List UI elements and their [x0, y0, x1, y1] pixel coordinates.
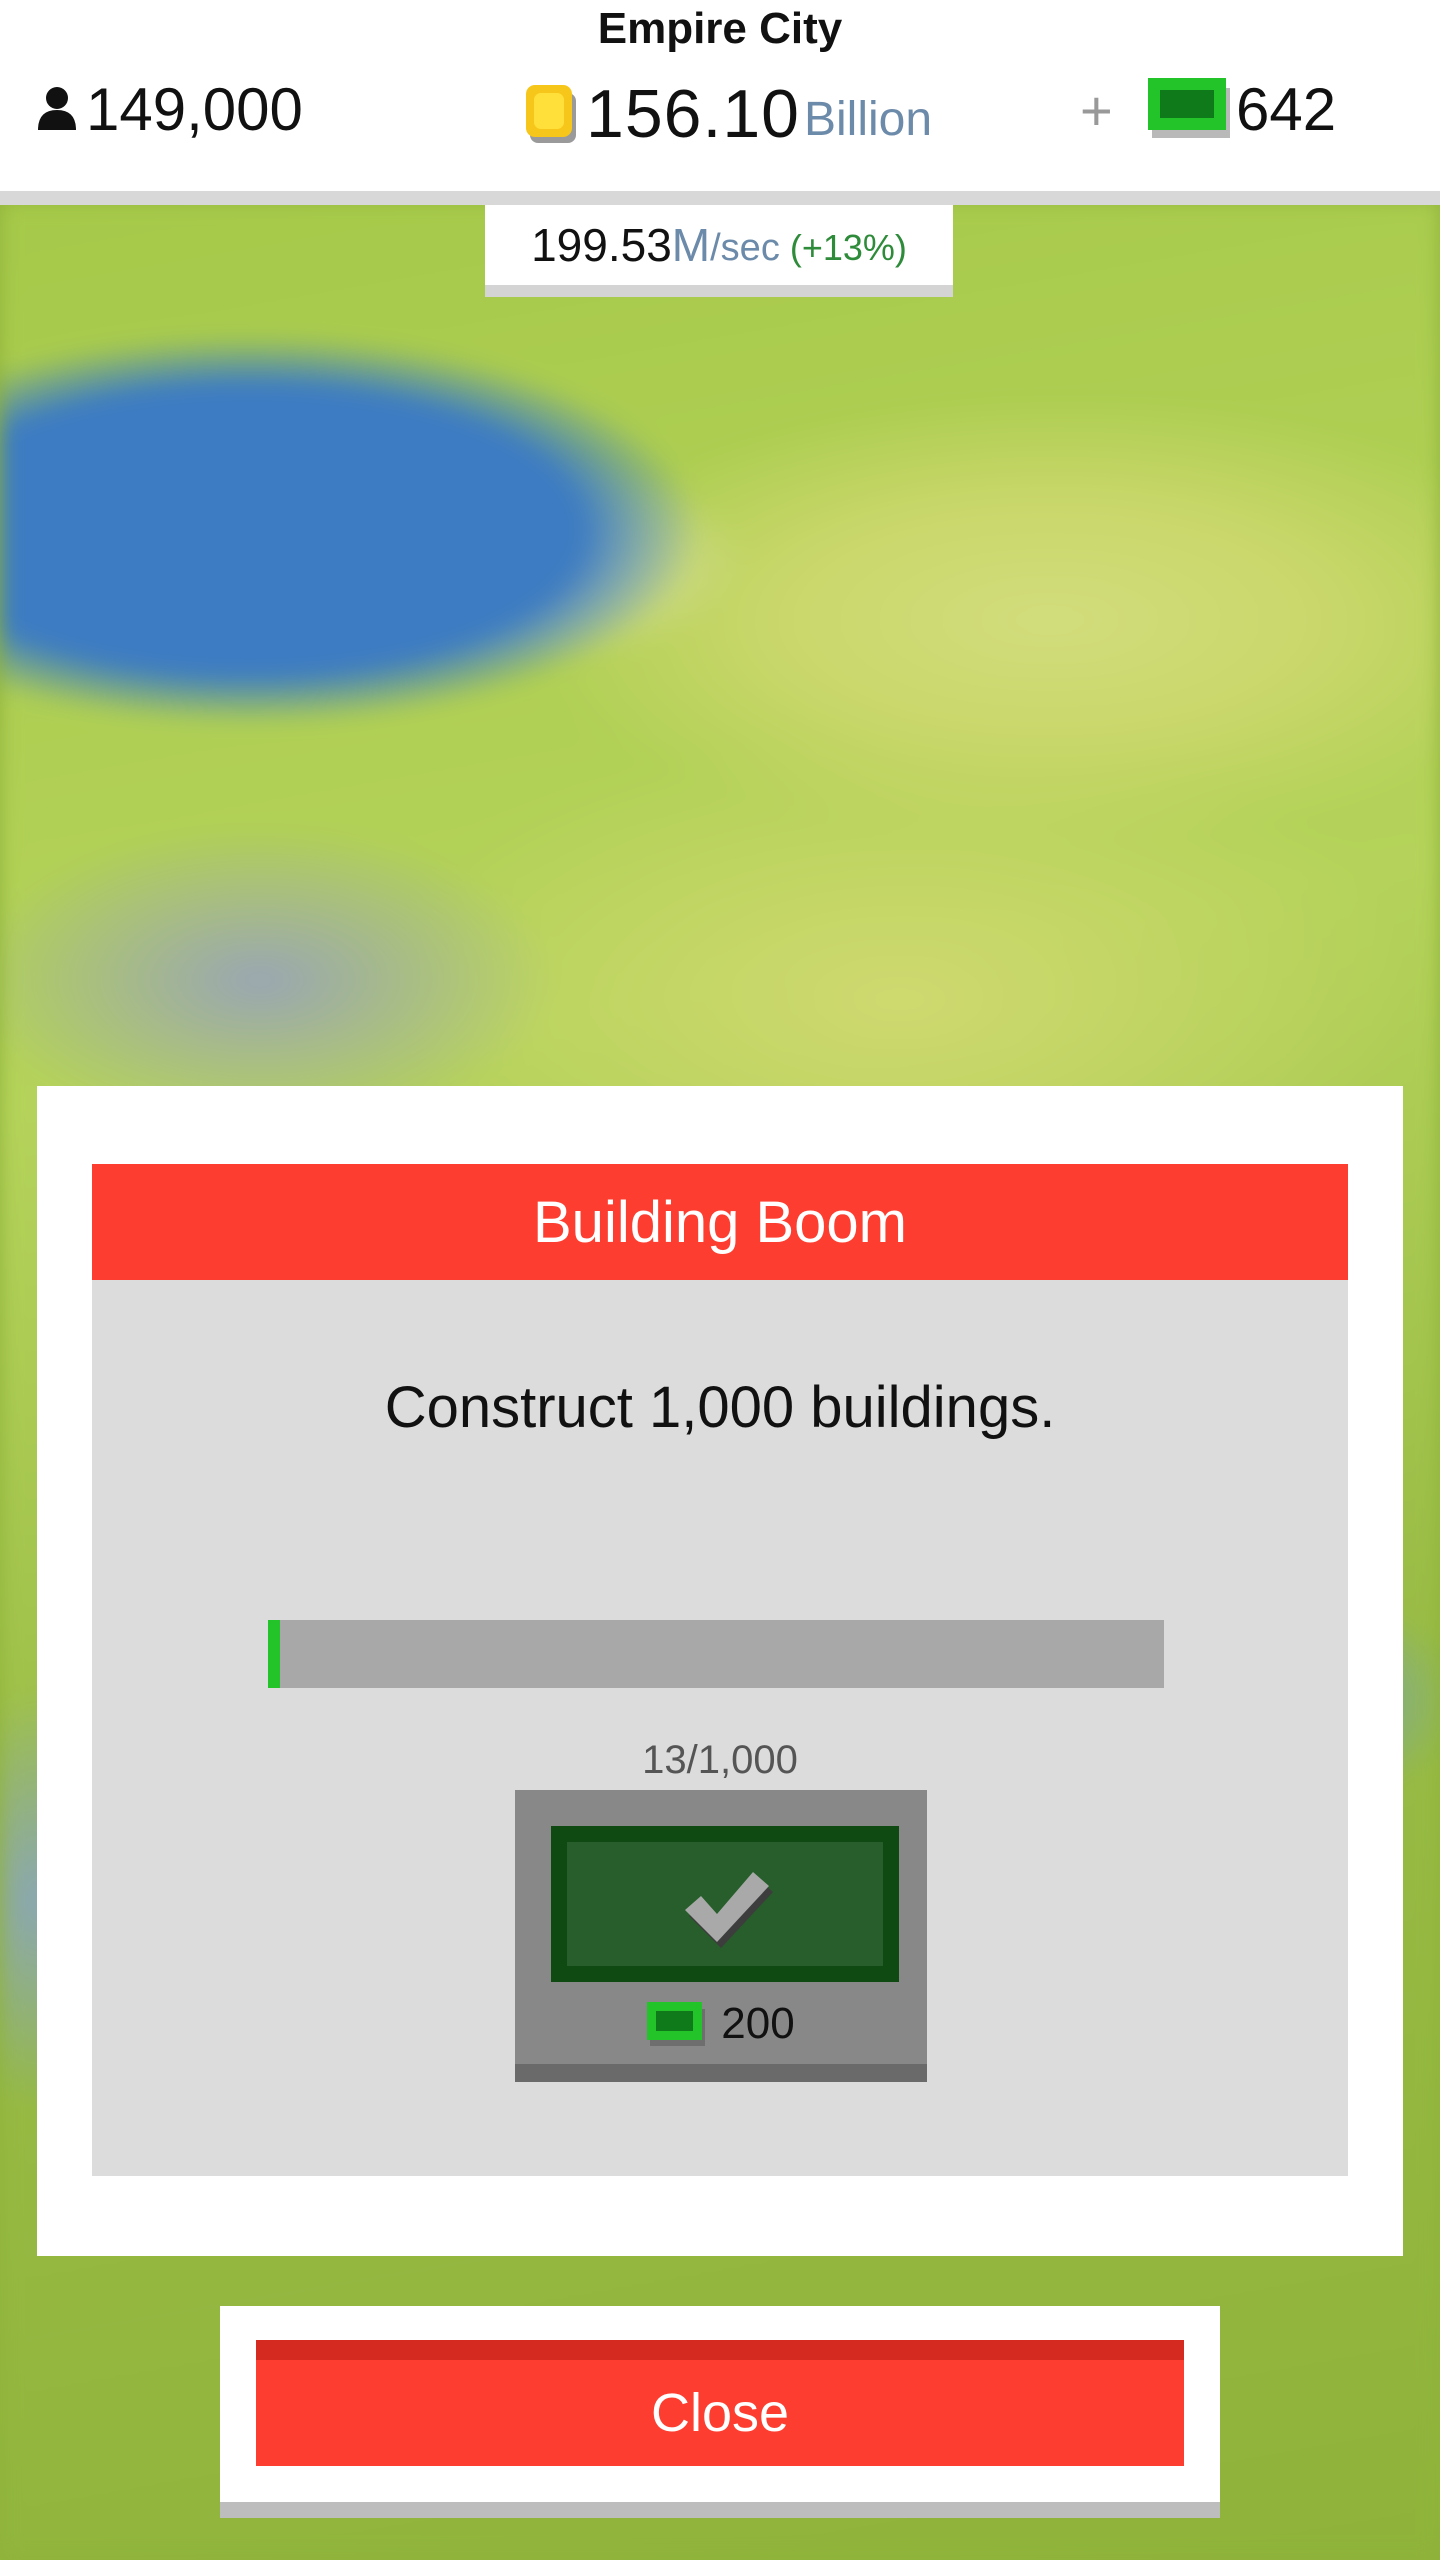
- income-rate-unit: M: [671, 219, 711, 271]
- achievement-panel: Building Boom Construct 1,000 buildings.…: [92, 1164, 1348, 2176]
- achievement-description: Construct 1,000 buildings.: [384, 1375, 1056, 1440]
- coin-icon: [526, 85, 576, 143]
- cash-value: 642: [1236, 75, 1337, 143]
- population-value: 149,000: [86, 75, 303, 143]
- checkmark-icon: [685, 1872, 773, 1948]
- claim-button-face: [567, 1842, 883, 1966]
- top-bar: Empire City 149,000 156.10 Billion + 642: [0, 0, 1440, 205]
- income-rate-value: 199.53: [531, 219, 672, 271]
- buy-cash-plus-button[interactable]: +: [1080, 76, 1113, 146]
- money-unit: Billion: [803, 92, 933, 146]
- cash-display[interactable]: 642: [1148, 74, 1336, 144]
- cash-bill-icon: [647, 2002, 706, 2046]
- money-value: 156.10: [586, 76, 800, 152]
- income-rate-period: /sec: [710, 226, 780, 269]
- income-rate-tab: 199.53 M /sec (+13%): [485, 205, 953, 297]
- money-display: 156.10 Billion: [524, 74, 932, 154]
- income-rate-bonus: (+13%): [789, 227, 907, 268]
- city-name: Empire City: [597, 4, 843, 53]
- achievement-title: Building Boom: [92, 1164, 1348, 1280]
- reward-box: 200: [515, 1790, 927, 2082]
- progress-text: 13/1,000: [642, 1738, 798, 1782]
- close-button-frame: Close: [220, 2306, 1220, 2518]
- reward-amount: 200: [515, 1996, 927, 2052]
- population-display: 149,000: [36, 74, 303, 144]
- reward-amount-value: 200: [721, 1999, 795, 2048]
- cash-bill-icon: [1148, 78, 1230, 138]
- claim-reward-button[interactable]: [551, 1826, 899, 1982]
- close-button[interactable]: Close: [256, 2340, 1184, 2466]
- progress-bar-fill: [268, 1620, 280, 1688]
- achievement-dialog: Building Boom Construct 1,000 buildings.…: [37, 1086, 1403, 2256]
- population-person-icon: [38, 87, 76, 130]
- progress-bar: [268, 1620, 1164, 1688]
